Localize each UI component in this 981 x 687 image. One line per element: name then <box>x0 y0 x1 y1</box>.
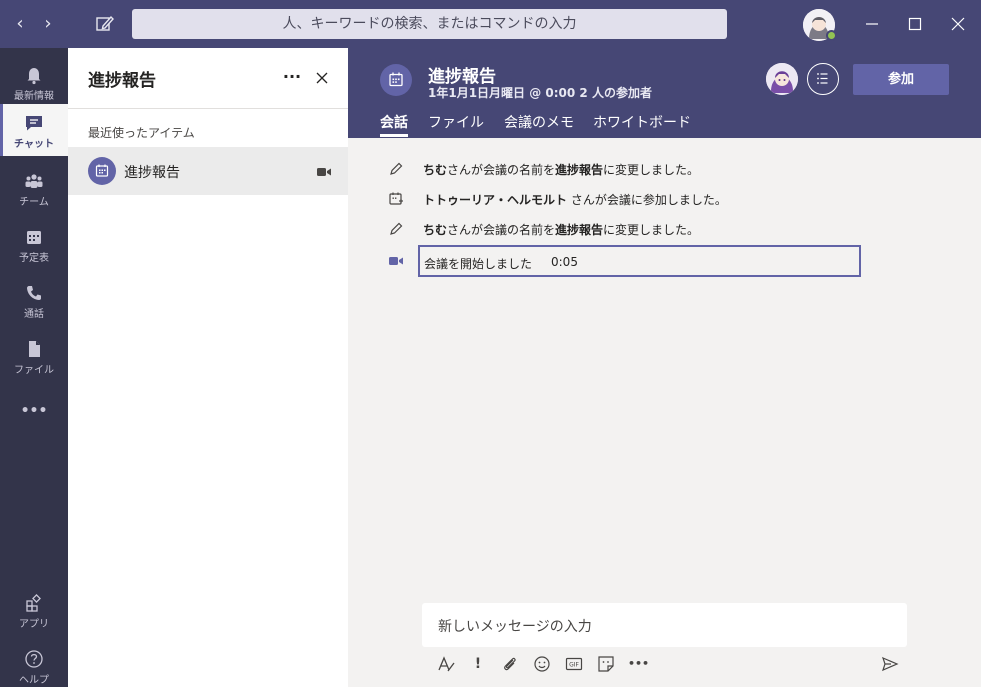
rail-item-calendar[interactable]: 予定表 <box>0 218 68 270</box>
message-fragment: に変更しました。 <box>603 163 700 177</box>
actor-name: トトゥーリア・ヘルモルト <box>423 193 568 207</box>
rail-item-teams[interactable]: チーム <box>0 162 68 214</box>
file-icon <box>29 341 40 357</box>
meeting-icon <box>380 64 412 96</box>
rail-label: 予定表 <box>19 253 49 264</box>
meeting-header: 進捗報告 1年1月1日月曜日 @ 0:00 2 人の参加者 参加 会話 ファイル… <box>348 48 981 138</box>
calendar-add-icon <box>388 191 404 207</box>
participant-avatar[interactable] <box>766 63 798 95</box>
list-item[interactable]: 進捗報告 <box>68 147 348 195</box>
rail-item-files[interactable]: ファイル <box>0 330 68 382</box>
chat-icon <box>26 116 42 131</box>
meeting-subtitle: 1年1月1日月曜日 @ 0:00 2 人の参加者 <box>428 86 652 100</box>
tab-meeting-notes[interactable]: 会議のメモ <box>504 112 574 132</box>
divider <box>68 108 348 109</box>
meeting-started-card[interactable]: 会議を開始しました 0:05 <box>418 245 861 277</box>
list-pane-title: 進捗報告 <box>88 71 156 91</box>
presence-available-icon <box>826 30 837 41</box>
compose-placeholder: 新しいメッセージの入力 <box>438 619 592 635</box>
tab-whiteboard[interactable]: ホワイトボード <box>593 112 691 132</box>
sticker-icon[interactable] <box>596 654 616 674</box>
rail-label: アプリ <box>19 619 49 630</box>
meeting-duration: 0:05 <box>551 255 578 269</box>
roster-button[interactable] <box>807 63 839 95</box>
rail-item-help[interactable]: ヘルプ <box>0 640 68 687</box>
message-compose-input[interactable]: 新しいメッセージの入力 <box>422 603 907 647</box>
rail-label: チーム <box>19 197 49 208</box>
forward-arrow-icon[interactable]: › <box>38 12 58 36</box>
message-fragment: さんが会議の名前を <box>447 163 556 177</box>
message-fragment: に変更しました。 <box>603 223 700 237</box>
new-chat-icon[interactable] <box>94 12 116 36</box>
bell-icon <box>27 68 41 85</box>
close-window-icon[interactable] <box>946 12 970 36</box>
rail-item-chat[interactable]: チャット <box>0 104 68 156</box>
close-icon[interactable] <box>312 68 332 88</box>
rail-label: 最新情報 <box>14 91 54 102</box>
chat-list-pane: 進捗報告 ··· 最近使ったアイテム 進捗報告 <box>68 48 348 687</box>
rail-label: ヘルプ <box>19 675 49 686</box>
actor-name: ちむ <box>423 163 448 177</box>
apps-icon <box>26 594 41 612</box>
system-message-text: ちむさんが会議の名前を進捗報告に変更しました。 <box>423 161 699 178</box>
video-camera-icon <box>316 164 332 178</box>
rail-label: チャット <box>14 139 54 150</box>
attach-icon[interactable] <box>500 654 520 674</box>
list-icon <box>817 73 828 84</box>
rail-label: ファイル <box>14 365 54 376</box>
gif-label: GIF <box>569 662 579 669</box>
tab-chat[interactable]: 会話 <box>380 112 408 132</box>
important-icon[interactable]: ! <box>468 654 488 674</box>
message-fragment: さんが会議に参加しました。 <box>567 193 727 207</box>
meeting-name: 進捗報告 <box>555 223 604 237</box>
phone-icon <box>27 286 41 300</box>
pencil-icon <box>388 161 404 177</box>
emoji-icon[interactable] <box>532 654 552 674</box>
system-message-text: ちむさんが会議の名前を進捗報告に変更しました。 <box>423 221 699 238</box>
meeting-name: 進捗報告 <box>555 163 604 177</box>
section-label-recent: 最近使ったアイテム <box>88 126 195 140</box>
format-icon[interactable] <box>436 654 456 674</box>
rail-label: 通話 <box>24 309 44 320</box>
meeting-started-text: 会議を開始しました <box>424 257 533 271</box>
app-rail: 最新情報 チャット チーム 予定表 通話 ファイル ••• アプリ ヘルプ <box>0 48 68 687</box>
send-icon[interactable] <box>880 654 900 674</box>
message-fragment: さんが会議の名前を <box>447 223 556 237</box>
minimize-icon[interactable] <box>860 12 884 36</box>
title-bar: ‹ › 人、キーワードの検索、またはコマンドの入力 <box>0 0 981 48</box>
maximize-icon[interactable] <box>903 12 927 36</box>
meeting-icon <box>88 157 116 185</box>
gif-icon[interactable]: GIF <box>564 654 584 674</box>
rail-more-icon[interactable]: ••• <box>0 396 68 426</box>
help-icon <box>25 650 43 668</box>
actor-name: ちむ <box>423 223 448 237</box>
tab-files[interactable]: ファイル <box>428 112 484 132</box>
teams-icon <box>25 174 43 188</box>
system-message-text: トトゥーリア・ヘルモルト さんが会議に参加しました。 <box>423 191 727 208</box>
rail-item-calls[interactable]: 通話 <box>0 274 68 326</box>
more-icon[interactable]: ••• <box>628 654 649 674</box>
list-item-label: 進捗報告 <box>124 165 180 181</box>
more-options-icon[interactable]: ··· <box>280 68 304 88</box>
search-input[interactable]: 人、キーワードの検索、またはコマンドの入力 <box>132 9 727 39</box>
rail-item-apps[interactable]: アプリ <box>0 584 68 636</box>
video-camera-icon <box>388 253 404 269</box>
calendar-icon <box>27 231 41 244</box>
pencil-icon <box>388 221 404 237</box>
join-button[interactable]: 参加 <box>853 64 949 95</box>
active-tab-indicator <box>380 134 408 137</box>
back-arrow-icon[interactable]: ‹ <box>10 12 30 36</box>
rail-item-activity[interactable]: 最新情報 <box>0 56 68 108</box>
